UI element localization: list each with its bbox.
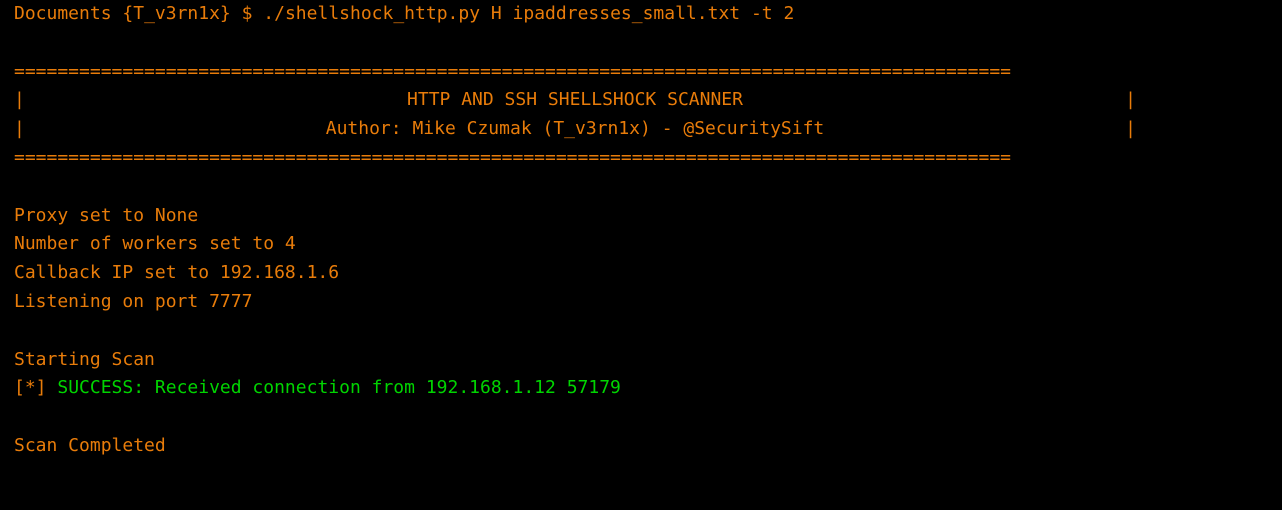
banner-right-pipe: | <box>1125 86 1136 115</box>
blank-line <box>14 29 1268 58</box>
banner-top-border: ========================================… <box>14 58 1268 87</box>
listening-config-line: Listening on port 7777 <box>14 288 1268 317</box>
proxy-config-line: Proxy set to None <box>14 202 1268 231</box>
prompt-symbol: $ <box>242 3 253 24</box>
banner-title: HTTP AND SSH SHELLSHOCK SCANNER <box>25 86 1125 115</box>
banner-author: Author: Mike Czumak (T_v3rn1x) - @Securi… <box>25 115 1125 144</box>
terminal-window[interactable]: Documents {T_v3rn1x} $ ./shellshock_http… <box>0 0 1282 461</box>
workers-config-line: Number of workers set to 4 <box>14 230 1268 259</box>
banner-right-pipe: | <box>1125 115 1136 144</box>
scan-success-line: [*] SUCCESS: Received connection from 19… <box>14 374 1268 403</box>
blank-line <box>14 403 1268 432</box>
blank-line <box>14 317 1268 346</box>
scan-completed-line: Scan Completed <box>14 432 1268 461</box>
banner-title-row: | HTTP AND SSH SHELLSHOCK SCANNER | <box>14 86 1136 115</box>
success-message: SUCCESS: Received connection from 192.16… <box>57 377 621 398</box>
prompt-command: ./shellshock_http.py H ipaddresses_small… <box>263 3 794 24</box>
prompt-path: Documents <box>14 3 112 24</box>
banner-bottom-border: ========================================… <box>14 144 1268 173</box>
success-marker: [*] <box>14 377 57 398</box>
command-prompt-line: Documents {T_v3rn1x} $ ./shellshock_http… <box>14 0 1268 29</box>
blank-line <box>14 173 1268 202</box>
banner-left-pipe: | <box>14 86 25 115</box>
banner-left-pipe: | <box>14 115 25 144</box>
scan-starting-line: Starting Scan <box>14 346 1268 375</box>
prompt-user: {T_v3rn1x} <box>122 3 230 24</box>
banner-author-row: | Author: Mike Czumak (T_v3rn1x) - @Secu… <box>14 115 1136 144</box>
callback-config-line: Callback IP set to 192.168.1.6 <box>14 259 1268 288</box>
